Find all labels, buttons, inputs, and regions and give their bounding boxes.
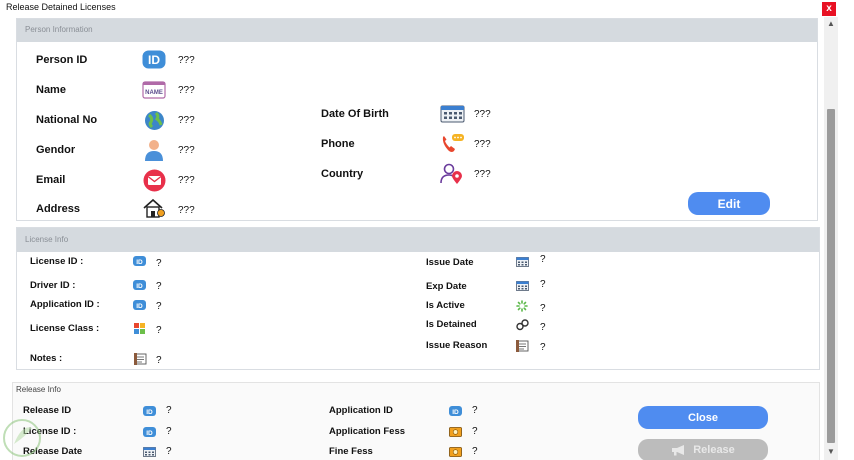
is-active-label: Is Active bbox=[426, 300, 465, 311]
fine-fess-value: ? bbox=[472, 446, 478, 457]
license-class-icon bbox=[133, 322, 146, 334]
id-small-icon: ID bbox=[132, 279, 146, 291]
notes-value: ? bbox=[156, 355, 162, 366]
address-label: Address bbox=[36, 203, 81, 215]
id-small-icon: ID bbox=[132, 255, 146, 267]
scroll-thumb[interactable] bbox=[827, 109, 835, 443]
id-small-icon: ID bbox=[142, 426, 156, 438]
active-status-icon bbox=[515, 300, 529, 312]
person-id-label: Person ID bbox=[36, 54, 88, 66]
money-icon bbox=[448, 446, 462, 458]
svg-text:ID: ID bbox=[146, 430, 153, 437]
svg-text:ID: ID bbox=[136, 303, 143, 310]
is-detained-value: ? bbox=[540, 322, 546, 333]
application-fess-value: ? bbox=[472, 426, 478, 437]
license-class-value: ? bbox=[156, 325, 162, 336]
person-id-value: ??? bbox=[178, 55, 195, 66]
person-information-header: Person Information bbox=[17, 19, 817, 42]
release-button-label: Release bbox=[693, 444, 735, 456]
svg-text:ID: ID bbox=[136, 259, 143, 266]
person-icon bbox=[143, 138, 165, 161]
release-info-header: Release Info bbox=[16, 385, 61, 394]
email-value: ??? bbox=[178, 175, 195, 186]
name-value: ??? bbox=[178, 85, 195, 96]
phone-value: ??? bbox=[474, 139, 491, 150]
scroll-down-arrow-icon[interactable]: ▼ bbox=[824, 447, 838, 457]
license-id-label: License ID : bbox=[30, 256, 84, 267]
driver-id-value: ? bbox=[156, 281, 162, 292]
fine-fess-label: Fine Fess bbox=[329, 446, 373, 457]
svg-text:ID: ID bbox=[148, 53, 160, 67]
email-icon bbox=[142, 168, 166, 192]
person-information-group: Person Information bbox=[16, 18, 818, 221]
country-value: ??? bbox=[474, 169, 491, 180]
application-id-label: Application ID : bbox=[30, 299, 100, 310]
money-icon bbox=[448, 426, 462, 438]
license-id-value: ? bbox=[156, 258, 162, 269]
date-of-birth-label: Date Of Birth bbox=[321, 108, 389, 120]
exp-date-label: Exp Date bbox=[426, 281, 467, 292]
handcuffs-icon bbox=[515, 318, 529, 331]
svg-text:NAME: NAME bbox=[145, 90, 163, 96]
megaphone-icon bbox=[672, 445, 685, 456]
issue-reason-value: ? bbox=[540, 342, 546, 353]
license-class-label: License Class : bbox=[30, 323, 100, 334]
name-tag-icon: NAME bbox=[142, 80, 166, 100]
vertical-scrollbar[interactable]: ▲ ▼ bbox=[824, 17, 838, 460]
window-title: Release Detained Licenses bbox=[6, 2, 116, 12]
scroll-up-arrow-icon[interactable]: ▲ bbox=[824, 19, 838, 29]
country-label: Country bbox=[321, 168, 364, 180]
application-fess-label: Application Fess bbox=[329, 426, 406, 437]
issue-reason-label: Issue Reason bbox=[426, 340, 488, 351]
edit-button[interactable]: Edit bbox=[688, 192, 770, 215]
phone-icon bbox=[439, 132, 465, 154]
driver-id-label: Driver ID : bbox=[30, 280, 76, 291]
close-button[interactable]: Close bbox=[638, 406, 768, 429]
email-label: Email bbox=[36, 174, 66, 186]
issue-date-value: ? bbox=[540, 254, 546, 265]
name-label: Name bbox=[36, 84, 66, 96]
gendor-label: Gendor bbox=[36, 144, 76, 156]
date-of-birth-value: ??? bbox=[474, 109, 491, 120]
house-icon bbox=[142, 197, 166, 219]
notes-icon bbox=[515, 339, 529, 352]
calendar-icon bbox=[439, 103, 465, 124]
gendor-value: ??? bbox=[178, 145, 195, 156]
release-application-id-label: Application ID bbox=[329, 405, 393, 416]
svg-text:ID: ID bbox=[146, 409, 153, 416]
svg-text:ID: ID bbox=[136, 283, 143, 290]
phone-label: Phone bbox=[321, 138, 355, 150]
release-id-value: ? bbox=[166, 405, 172, 416]
calendar-small-icon bbox=[142, 446, 156, 458]
id-small-icon: ID bbox=[132, 299, 146, 311]
release-license-id-value: ? bbox=[166, 426, 172, 437]
id-small-icon: ID bbox=[448, 405, 462, 417]
license-info-header: License Info bbox=[17, 228, 819, 252]
title-bar: Release Detained Licenses bbox=[0, 0, 854, 16]
is-active-value: ? bbox=[540, 303, 546, 314]
release-button[interactable]: Release bbox=[638, 439, 768, 460]
notes-label: Notes : bbox=[30, 353, 63, 364]
window-close-button[interactable]: x bbox=[822, 2, 836, 16]
address-value: ??? bbox=[178, 205, 195, 216]
calendar-small-icon bbox=[515, 280, 529, 292]
notes-icon bbox=[133, 352, 147, 365]
id-badge-icon: ID bbox=[142, 49, 166, 69]
calendar-small-icon bbox=[515, 256, 529, 268]
issue-date-label: Issue Date bbox=[426, 257, 474, 268]
svg-text:ID: ID bbox=[452, 409, 459, 416]
national-no-label: National No bbox=[36, 114, 98, 126]
id-small-icon: ID bbox=[142, 405, 156, 417]
location-icon bbox=[439, 162, 465, 184]
watermark-logo-icon bbox=[3, 419, 41, 457]
release-date-value: ? bbox=[166, 446, 172, 457]
globe-icon bbox=[143, 109, 165, 131]
release-application-id-value: ? bbox=[472, 405, 478, 416]
national-no-value: ??? bbox=[178, 115, 195, 126]
application-id-value: ? bbox=[156, 301, 162, 312]
is-detained-label: Is Detained bbox=[426, 319, 477, 330]
exp-date-value: ? bbox=[540, 279, 546, 290]
